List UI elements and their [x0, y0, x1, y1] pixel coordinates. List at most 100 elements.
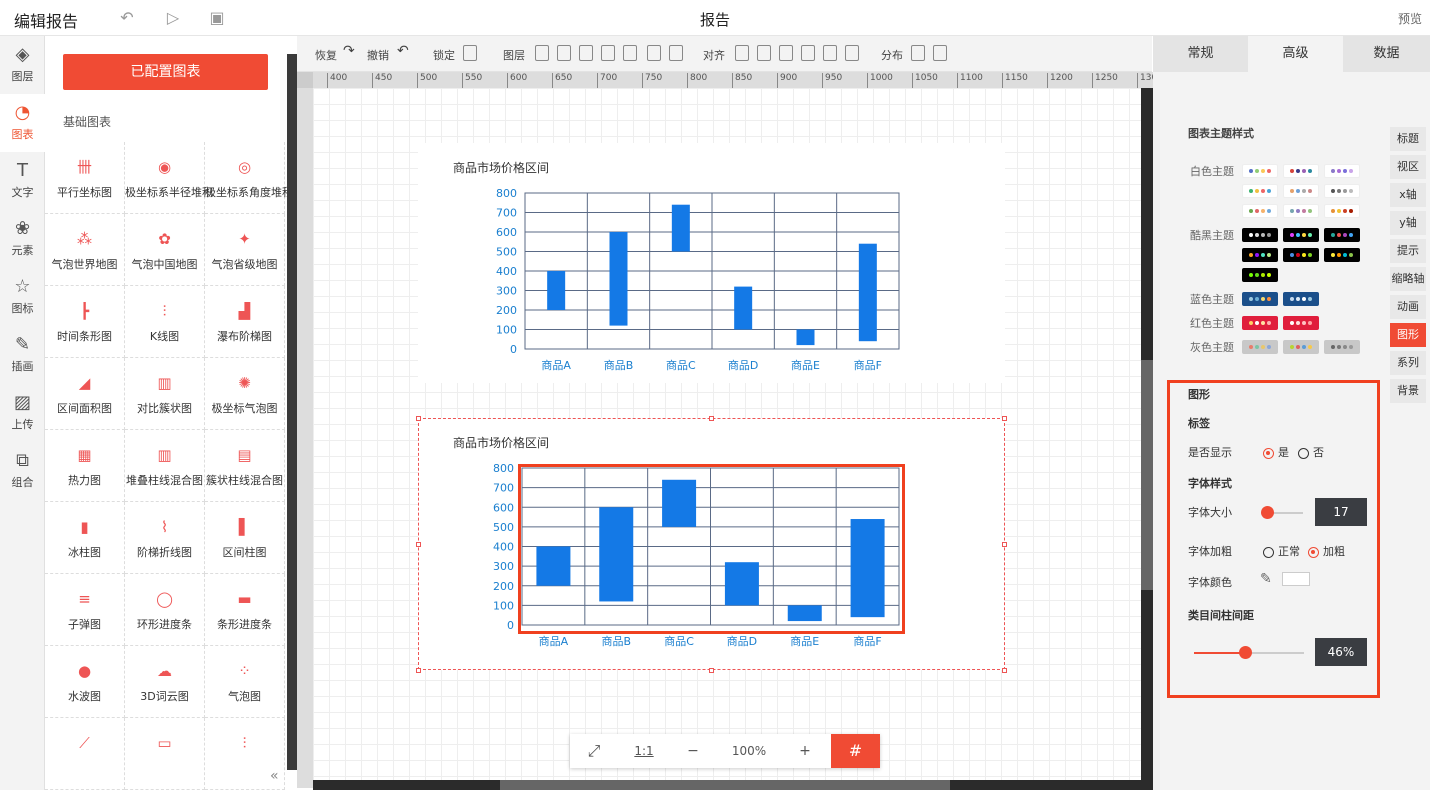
side-nav-item[interactable]: 缩略轴: [1390, 267, 1426, 291]
chart-type-item[interactable]: ● 水波图: [45, 646, 125, 718]
chart-type-item[interactable]: ▟ 瀑布阶梯图: [205, 286, 285, 358]
resize-handle-ne[interactable]: [1002, 416, 1007, 421]
chart-type-item[interactable]: ≡ 子弹图: [45, 574, 125, 646]
fit-screen-icon[interactable]: ⤢: [570, 734, 618, 768]
theme-swatch[interactable]: [1324, 164, 1360, 178]
chart-type-item[interactable]: ◢ 区间面积图: [45, 358, 125, 430]
chart-type-item[interactable]: ▌ 区间柱图: [205, 502, 285, 574]
font-size-slider[interactable]: [1261, 506, 1303, 519]
lock-button[interactable]: 锁定: [433, 47, 455, 63]
chart-type-item[interactable]: ◎ 极坐标系角度堆积: [205, 142, 293, 214]
align-center-icon[interactable]: [757, 45, 771, 61]
resize-handle-n[interactable]: [709, 416, 714, 421]
show-label-no[interactable]: 否: [1298, 444, 1324, 460]
preview-button[interactable]: 预览: [1398, 10, 1422, 27]
side-nav-item[interactable]: x轴: [1390, 183, 1426, 207]
chart-type-item[interactable]: ▭: [125, 718, 205, 790]
chart-type-item[interactable]: ⟋: [45, 718, 125, 790]
copy-icon[interactable]: [669, 45, 683, 61]
theme-swatch[interactable]: [1242, 228, 1278, 242]
actual-size-button[interactable]: 1:1: [622, 734, 666, 768]
theme-swatch[interactable]: [1242, 268, 1278, 282]
lock-icon[interactable]: [463, 45, 477, 61]
bold-normal-option[interactable]: 正常: [1263, 543, 1300, 559]
chart-type-item[interactable]: ☁ 3D词云图: [125, 646, 205, 718]
theme-swatch[interactable]: [1283, 340, 1319, 354]
theme-swatch[interactable]: [1283, 184, 1319, 198]
chart-type-item[interactable]: 卌平行坐标图: [45, 142, 125, 214]
undo-icon[interactable]: ↶: [397, 43, 409, 59]
eyedropper-icon[interactable]: ✎: [1260, 571, 1272, 587]
side-nav-item[interactable]: 视区: [1390, 155, 1426, 179]
chart-type-item[interactable]: ⁂ 气泡世界地图: [45, 214, 125, 286]
delete-icon[interactable]: [647, 45, 661, 61]
undo-button[interactable]: 撤销: [367, 47, 389, 63]
grid-toggle-icon[interactable]: #: [831, 734, 880, 768]
layer-bottom-icon[interactable]: [601, 45, 615, 61]
show-label-yes[interactable]: 是: [1263, 444, 1289, 460]
theme-swatch[interactable]: [1242, 292, 1278, 306]
theme-swatch[interactable]: [1283, 292, 1319, 306]
theme-swatch[interactable]: [1283, 164, 1319, 178]
layer-down-icon[interactable]: [579, 45, 593, 61]
side-nav-item[interactable]: 图形: [1390, 323, 1426, 347]
tab-advanced[interactable]: 高级: [1248, 36, 1343, 72]
resize-handle-sw[interactable]: [416, 668, 421, 673]
theme-swatch[interactable]: [1324, 340, 1360, 354]
rail-item-4[interactable]: ❀ 元素: [0, 210, 45, 268]
chart-type-item[interactable]: ▮ 冰柱图: [45, 502, 125, 574]
theme-swatch[interactable]: [1283, 316, 1319, 330]
chart-type-item[interactable]: ⌇ 阶梯折线图: [125, 502, 205, 574]
font-size-value[interactable]: 17: [1315, 498, 1367, 526]
theme-swatch[interactable]: [1324, 204, 1360, 218]
chart-type-item[interactable]: ✿ 气泡中国地图: [125, 214, 205, 286]
rail-item-2[interactable]: ◔ 图表: [0, 94, 45, 152]
align-bottom-icon[interactable]: [845, 45, 859, 61]
rail-item-7[interactable]: ▨ 上传: [0, 384, 45, 442]
distribute-button[interactable]: 分布: [881, 47, 903, 63]
chart-type-item[interactable]: ◯ 环形进度条: [125, 574, 205, 646]
chart-type-item[interactable]: ┣ 时间条形图: [45, 286, 125, 358]
rail-item-3[interactable]: T 文字: [0, 152, 45, 210]
theme-swatch[interactable]: [1324, 248, 1360, 262]
align-left-icon[interactable]: [735, 45, 749, 61]
theme-swatch[interactable]: [1324, 184, 1360, 198]
chart-widget-1[interactable]: 商品市场价格区间 0 100 200 300 400 500 600 700 800 商品A 商品B…: [418, 143, 1005, 383]
layer-up-icon[interactable]: [535, 45, 549, 61]
layer-top-icon[interactable]: [557, 45, 571, 61]
theme-swatch[interactable]: [1283, 204, 1319, 218]
resize-handle-e[interactable]: [1002, 542, 1007, 547]
side-nav-item[interactable]: y轴: [1390, 211, 1426, 235]
configured-charts-button[interactable]: 已配置图表: [63, 54, 268, 90]
distribute-h-icon[interactable]: [911, 45, 925, 61]
canvas-vscroll-thumb[interactable]: [1141, 360, 1153, 590]
bold-bold-option[interactable]: 加粗: [1308, 543, 1345, 559]
distribute-v-icon[interactable]: [933, 45, 947, 61]
side-nav-item[interactable]: 背景: [1390, 379, 1426, 403]
panel-scrollbar[interactable]: [287, 54, 297, 770]
rail-item-5[interactable]: ☆ 图标: [0, 268, 45, 326]
theme-swatch[interactable]: [1283, 228, 1319, 242]
chart-type-item[interactable]: ▬ 条形进度条: [205, 574, 285, 646]
chart-type-item[interactable]: ▦ 热力图: [45, 430, 125, 502]
theme-swatch[interactable]: [1324, 228, 1360, 242]
rail-item-8[interactable]: ⧉ 组合: [0, 442, 45, 500]
rail-item-6[interactable]: ✎ 插画: [0, 326, 45, 384]
theme-swatch[interactable]: [1242, 204, 1278, 218]
font-color-swatch[interactable]: [1282, 572, 1310, 586]
collapse-icon[interactable]: «: [270, 768, 279, 784]
tab-general[interactable]: 常规: [1153, 36, 1248, 72]
zoom-in-button[interactable]: +: [782, 734, 828, 768]
theme-swatch[interactable]: [1242, 164, 1278, 178]
zoom-out-button[interactable]: −: [670, 734, 716, 768]
redo-icon[interactable]: ↷: [343, 43, 355, 59]
resize-handle-nw[interactable]: [416, 416, 421, 421]
theme-swatch[interactable]: [1242, 184, 1278, 198]
redo-button[interactable]: 恢复: [315, 47, 337, 63]
side-nav-item[interactable]: 动画: [1390, 295, 1426, 319]
bar-gap-value[interactable]: 46%: [1315, 638, 1367, 666]
radio-no[interactable]: [1298, 447, 1309, 459]
radio-normal[interactable]: [1263, 546, 1274, 558]
align-button[interactable]: 对齐: [703, 47, 725, 63]
tab-data[interactable]: 数据: [1343, 36, 1430, 72]
